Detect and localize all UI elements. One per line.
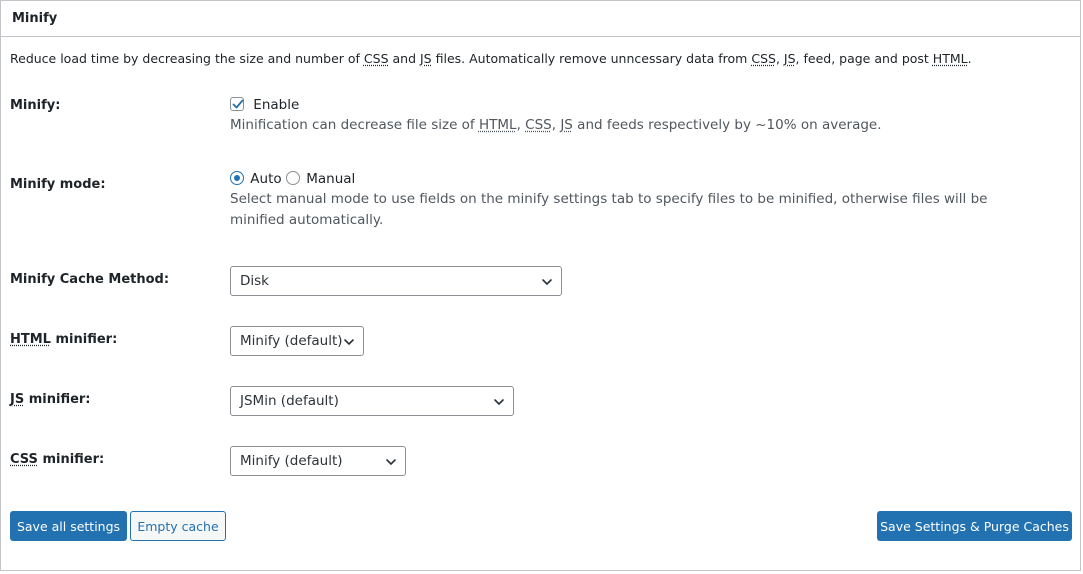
checkmark-icon — [232, 99, 244, 109]
mode-auto-label: Auto — [250, 171, 282, 187]
intro-text-part: files. Automatically remove unncessary d… — [431, 51, 752, 66]
intro-text-part: , feed, page and post — [795, 51, 933, 66]
cache-method-value: Disk — [240, 273, 269, 289]
minify-enable-checkbox[interactable] — [230, 97, 244, 111]
minify-label: Minify: — [10, 98, 61, 113]
js-minifier-value: JSMin (default) — [240, 393, 339, 409]
css-minifier-label: CSS minifier: — [10, 452, 104, 467]
minify-description: Minification can decrease file size of H… — [230, 115, 882, 136]
chevron-down-icon — [542, 279, 552, 285]
css-abbr: CSS — [10, 452, 38, 467]
minify-field: Enable Minification can decrease file si… — [230, 97, 882, 136]
panel-title: Minify — [12, 11, 58, 26]
panel-header: Minify — [1, 1, 1080, 37]
minify-mode-field: Auto Manual Select manual mode to use fi… — [230, 171, 1030, 231]
intro-text: Reduce load time by decreasing the size … — [10, 51, 972, 66]
html-minifier-select[interactable]: Minify (default) — [230, 326, 364, 356]
mode-manual-label: Manual — [306, 171, 356, 187]
label-rest: minifier: — [37, 452, 105, 467]
js-minifier-label: JS minifier: — [10, 392, 91, 407]
js-abbr: JS — [10, 392, 25, 407]
label-rest: minifier: — [24, 392, 91, 407]
minify-enable-label: Enable — [253, 97, 300, 113]
css-abbr: CSS — [751, 51, 776, 66]
cache-method-label: Minify Cache Method: — [10, 272, 170, 287]
chevron-down-icon — [386, 459, 396, 465]
html-abbr: HTML — [478, 117, 517, 133]
html-abbr: HTML — [10, 332, 51, 347]
intro-text-part: Reduce load time by decreasing the size … — [10, 51, 364, 66]
label-rest: minifier: — [50, 332, 118, 347]
empty-cache-button[interactable]: Empty cache — [130, 511, 226, 541]
save-purge-caches-button[interactable]: Save Settings & Purge Caches — [877, 511, 1072, 541]
mode-manual-radio[interactable] — [285, 171, 300, 185]
minify-mode-label: Minify mode: — [10, 177, 106, 192]
desc-part: and feeds respectively by ~10% on averag… — [572, 117, 882, 133]
html-minifier-label: HTML minifier: — [10, 332, 117, 347]
minify-enable-control[interactable]: Enable — [230, 97, 299, 113]
minify-mode-description: Select manual mode to use fields on the … — [230, 191, 988, 228]
desc-part: Minification can decrease file size of — [230, 117, 479, 133]
chevron-down-icon — [344, 339, 354, 345]
desc-part: , — [516, 117, 526, 133]
intro-text-part: and — [388, 51, 420, 66]
cache-method-select[interactable]: Disk — [230, 266, 562, 296]
intro-text-part: . — [967, 51, 972, 66]
mode-auto-radio[interactable] — [230, 171, 244, 185]
save-all-settings-button[interactable]: Save all settings — [10, 511, 127, 541]
js-abbr: JS — [560, 117, 573, 133]
css-abbr: CSS — [525, 117, 552, 133]
intro-text-part: , — [775, 51, 784, 66]
js-abbr: JS — [420, 51, 432, 66]
mode-auto-option[interactable]: Auto — [230, 171, 286, 187]
chevron-down-icon — [494, 399, 504, 405]
js-minifier-select[interactable]: JSMin (default) — [230, 386, 514, 416]
css-abbr: CSS — [363, 51, 389, 66]
mode-manual-option[interactable]: Manual — [285, 171, 356, 187]
css-minifier-value: Minify (default) — [240, 453, 343, 469]
html-minifier-value: Minify (default) — [240, 333, 343, 349]
js-abbr: JS — [783, 51, 796, 66]
css-minifier-select[interactable]: Minify (default) — [230, 446, 406, 476]
html-abbr: HTML — [932, 51, 968, 66]
